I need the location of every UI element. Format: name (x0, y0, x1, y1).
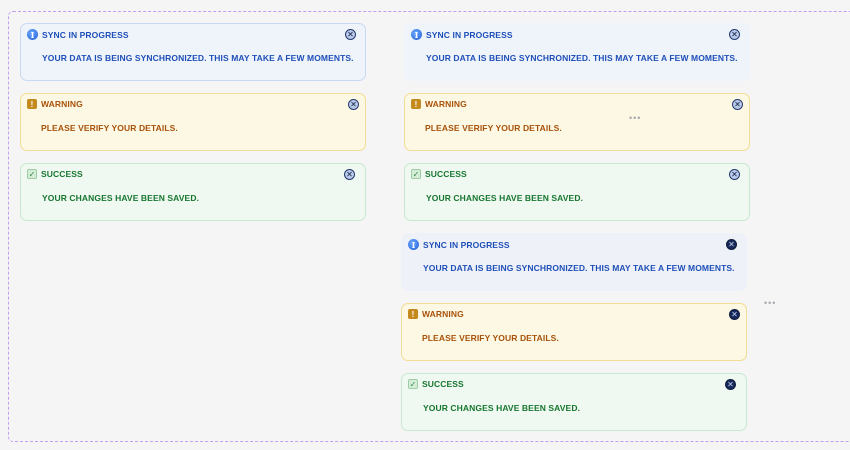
alert-header: ! WARNING (411, 99, 467, 109)
alert-success: ✓ SUCCESS YOUR CHANGES HAVE BEEN SAVED. … (404, 163, 750, 221)
close-icon[interactable]: ✕ (345, 29, 356, 40)
alert-header: ! WARNING (27, 99, 83, 109)
more-dots-icon: ••• (764, 298, 777, 308)
close-icon[interactable]: ✕ (726, 239, 737, 250)
more-dots-icon: ••• (629, 113, 642, 123)
alert-title: WARNING (41, 99, 83, 109)
alert-info: i SYNC IN PROGRESS YOUR DATA IS BEING SY… (404, 23, 750, 81)
alert-header: i SYNC IN PROGRESS (411, 29, 513, 40)
alert-title: WARNING (422, 309, 464, 319)
alert-title: SUCCESS (422, 379, 464, 389)
close-icon[interactable]: ✕ (344, 169, 355, 180)
alert-message: YOUR CHANGES HAVE BEEN SAVED. (426, 193, 584, 203)
warning-icon: ! (411, 99, 421, 109)
alert-header: ✓ SUCCESS (411, 169, 467, 179)
close-icon[interactable]: ✕ (348, 99, 359, 110)
check-icon: ✓ (27, 169, 37, 179)
alert-info: i SYNC IN PROGRESS YOUR DATA IS BEING SY… (20, 23, 366, 81)
alert-header: ✓ SUCCESS (408, 379, 464, 389)
alert-header: i SYNC IN PROGRESS (27, 29, 129, 40)
alert-message: PLEASE VERIFY YOUR DETAILS. (41, 123, 178, 133)
alert-message: YOUR DATA IS BEING SYNCHRONIZED. THIS MA… (426, 53, 738, 63)
alert-message: PLEASE VERIFY YOUR DETAILS. (425, 123, 562, 133)
info-icon: i (27, 29, 38, 40)
alert-success: ✓ SUCCESS YOUR CHANGES HAVE BEEN SAVED. … (20, 163, 366, 221)
alert-header: ! WARNING (408, 309, 464, 319)
alert-title: SYNC IN PROGRESS (426, 29, 513, 40)
alert-header: ✓ SUCCESS (27, 169, 83, 179)
alert-info: i SYNC IN PROGRESS YOUR DATA IS BEING SY… (401, 233, 747, 291)
check-icon: ✓ (411, 169, 421, 179)
warning-icon: ! (27, 99, 37, 109)
close-icon[interactable]: ✕ (725, 379, 736, 390)
alert-success: ✓ SUCCESS YOUR CHANGES HAVE BEEN SAVED. … (401, 373, 747, 431)
alert-warning: ! WARNING PLEASE VERIFY YOUR DETAILS. ✕ (401, 303, 747, 361)
alert-title: SYNC IN PROGRESS (423, 239, 510, 250)
alert-message: YOUR CHANGES HAVE BEEN SAVED. (423, 403, 581, 413)
alert-warning: ! WARNING PLEASE VERIFY YOUR DETAILS. ✕ (20, 93, 366, 151)
info-icon: i (411, 29, 422, 40)
close-icon[interactable]: ✕ (732, 99, 743, 110)
close-icon[interactable]: ✕ (729, 309, 740, 320)
alert-title: SUCCESS (41, 169, 83, 179)
warning-icon: ! (408, 309, 418, 319)
alert-header: i SYNC IN PROGRESS (408, 239, 510, 250)
alert-message: YOUR CHANGES HAVE BEEN SAVED. (42, 193, 200, 203)
alert-message: YOUR DATA IS BEING SYNCHRONIZED. THIS MA… (423, 263, 735, 273)
alert-message: YOUR DATA IS BEING SYNCHRONIZED. THIS MA… (42, 53, 354, 63)
close-icon[interactable]: ✕ (729, 169, 740, 180)
alert-warning: ! WARNING PLEASE VERIFY YOUR DETAILS. ✕ (404, 93, 750, 151)
close-icon[interactable]: ✕ (729, 29, 740, 40)
alert-title: SYNC IN PROGRESS (42, 29, 129, 40)
info-icon: i (408, 239, 419, 250)
alert-message: PLEASE VERIFY YOUR DETAILS. (422, 333, 559, 343)
check-icon: ✓ (408, 379, 418, 389)
alert-title: SUCCESS (425, 169, 467, 179)
alert-title: WARNING (425, 99, 467, 109)
